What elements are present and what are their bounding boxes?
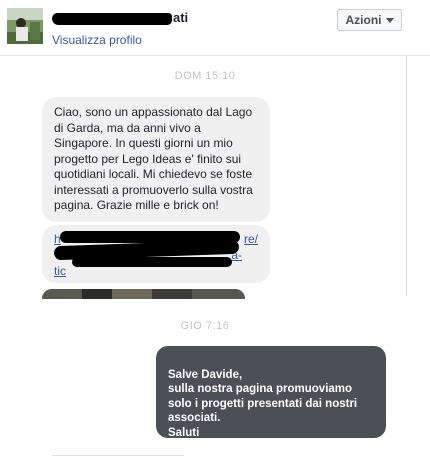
chevron-down-icon — [385, 17, 394, 23]
header-divider — [0, 55, 430, 56]
contact-name-visible: ati — [173, 10, 189, 25]
outgoing-message[interactable]: Salve Davide, sulla nostra pagina promuo… — [156, 346, 386, 439]
message-text: Salve Davide, sulla nostra pagina promuo… — [168, 368, 358, 439]
actions-label: Azioni — [345, 13, 382, 27]
shared-photo[interactable] — [42, 289, 245, 299]
timestamp: DOM 15:10 — [174, 70, 236, 82]
redaction-mark — [72, 257, 232, 267]
redaction-mark — [52, 13, 172, 25]
avatar[interactable] — [7, 8, 43, 44]
divider — [52, 455, 184, 456]
contact-name[interactable]: ati — [52, 10, 192, 28]
message-link-part[interactable]: tic — [54, 264, 66, 280]
conversation-header: ati Visualizza profilo Azioni — [0, 0, 430, 52]
view-profile-link[interactable]: Visualizza profilo — [52, 33, 142, 47]
actions-button[interactable]: Azioni — [337, 9, 402, 31]
message-link-end[interactable]: re/ — [244, 232, 258, 248]
incoming-link-message[interactable]: h re/ a- tic — [42, 225, 270, 283]
incoming-message[interactable]: Ciao, sono un appassionato dal Lago di G… — [42, 97, 270, 222]
message-text: Ciao, sono un appassionato dal Lago di G… — [54, 105, 253, 212]
timestamp: GIO 7:16 — [180, 320, 230, 332]
